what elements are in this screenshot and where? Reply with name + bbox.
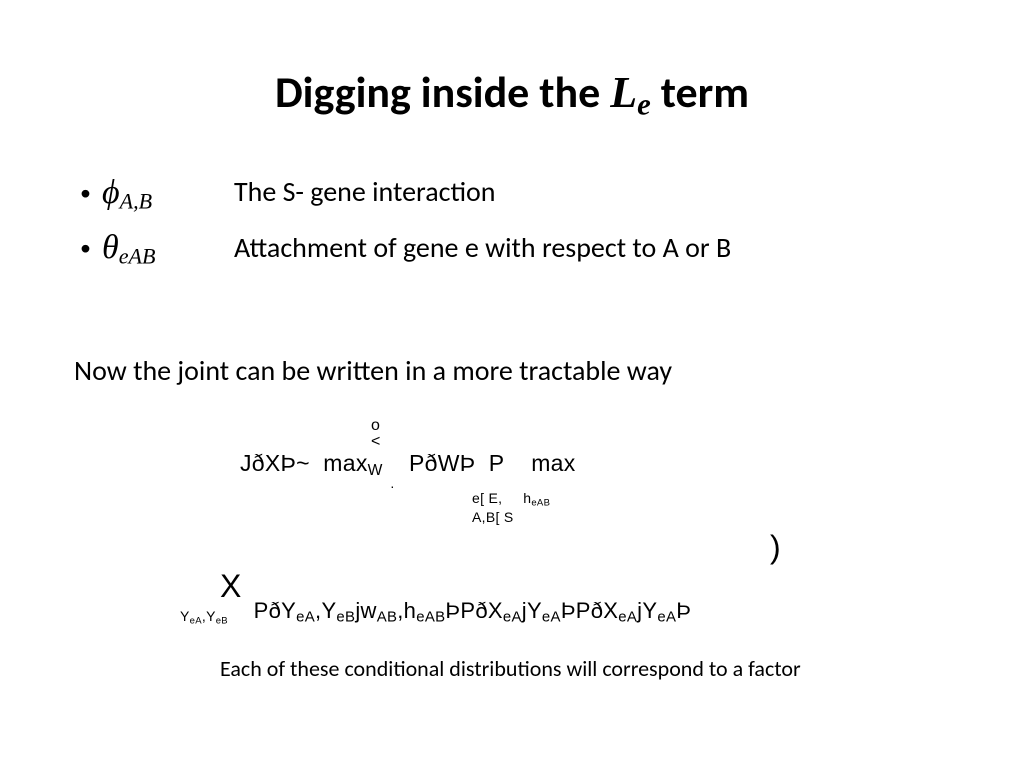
bullet-text: Attachment of gene e with respect to A o… [234,228,731,269]
formula-row2-main: PðYeA,YeBjwAB,heABÞPðXeAjYeAÞPðXeAjYeAÞ [254,598,692,626]
slide-title: Digging inside the Le term [70,65,954,123]
slide: Digging inside the Le term • ϕA,B The S-… [0,0,1024,768]
symbol-base: θ [102,229,119,266]
formula-block: o < JðXÞ~ maxW . PðWÞ P max e[ E, heAB A… [170,406,954,628]
formula-row2-sub: YeA,YeB [180,608,254,627]
formula-pw: PðWÞ [409,450,475,476]
title-sub-e: e [637,88,651,122]
title-pre: Digging inside the [275,65,610,119]
formula-big-x: X [220,570,242,602]
title-L: L [610,68,637,117]
formula-line-1: o < JðXÞ~ maxW . PðWÞ P max [240,406,954,490]
bullet-dot-icon: • [80,177,102,209]
symbol-sub: eAB [119,244,156,269]
bullet-list: • ϕA,B The S- gene interaction • θeAB At… [80,168,954,273]
formula-sub-block: e[ E, heAB A,B[ S [472,490,954,526]
formula-max1: max [323,450,367,476]
formula-prod: P [489,450,505,476]
formula-jx: JðXÞ~ [240,450,310,476]
title-post: term [651,65,749,119]
bullet-symbol: θeAB [102,223,234,273]
formula-close-paren: ) [770,529,954,566]
caption: Each of these conditional distributions … [220,655,954,682]
symbol-base: ϕ [102,174,120,211]
bullet-dot-icon: • [80,232,102,264]
formula-pre-stack: o < [370,406,382,432]
symbol-sub: A,B [120,188,153,213]
formula-max1-sub: W [368,462,383,479]
formula-row-2: X YeA,YeB PðYeA,YeBjwAB,heABÞPðXeAjYeAÞP… [170,570,954,627]
bullet-item: • θeAB Attachment of gene e with respect… [80,223,954,273]
bullet-symbol: ϕA,B [102,168,234,218]
formula-dot-stack: . [390,462,394,490]
body-line: Now the joint can be written in a more t… [74,353,954,388]
bullet-text: The S- gene interaction [234,172,496,213]
bullet-item: • ϕA,B The S- gene interaction [80,168,954,218]
formula-max2: max [531,450,575,476]
